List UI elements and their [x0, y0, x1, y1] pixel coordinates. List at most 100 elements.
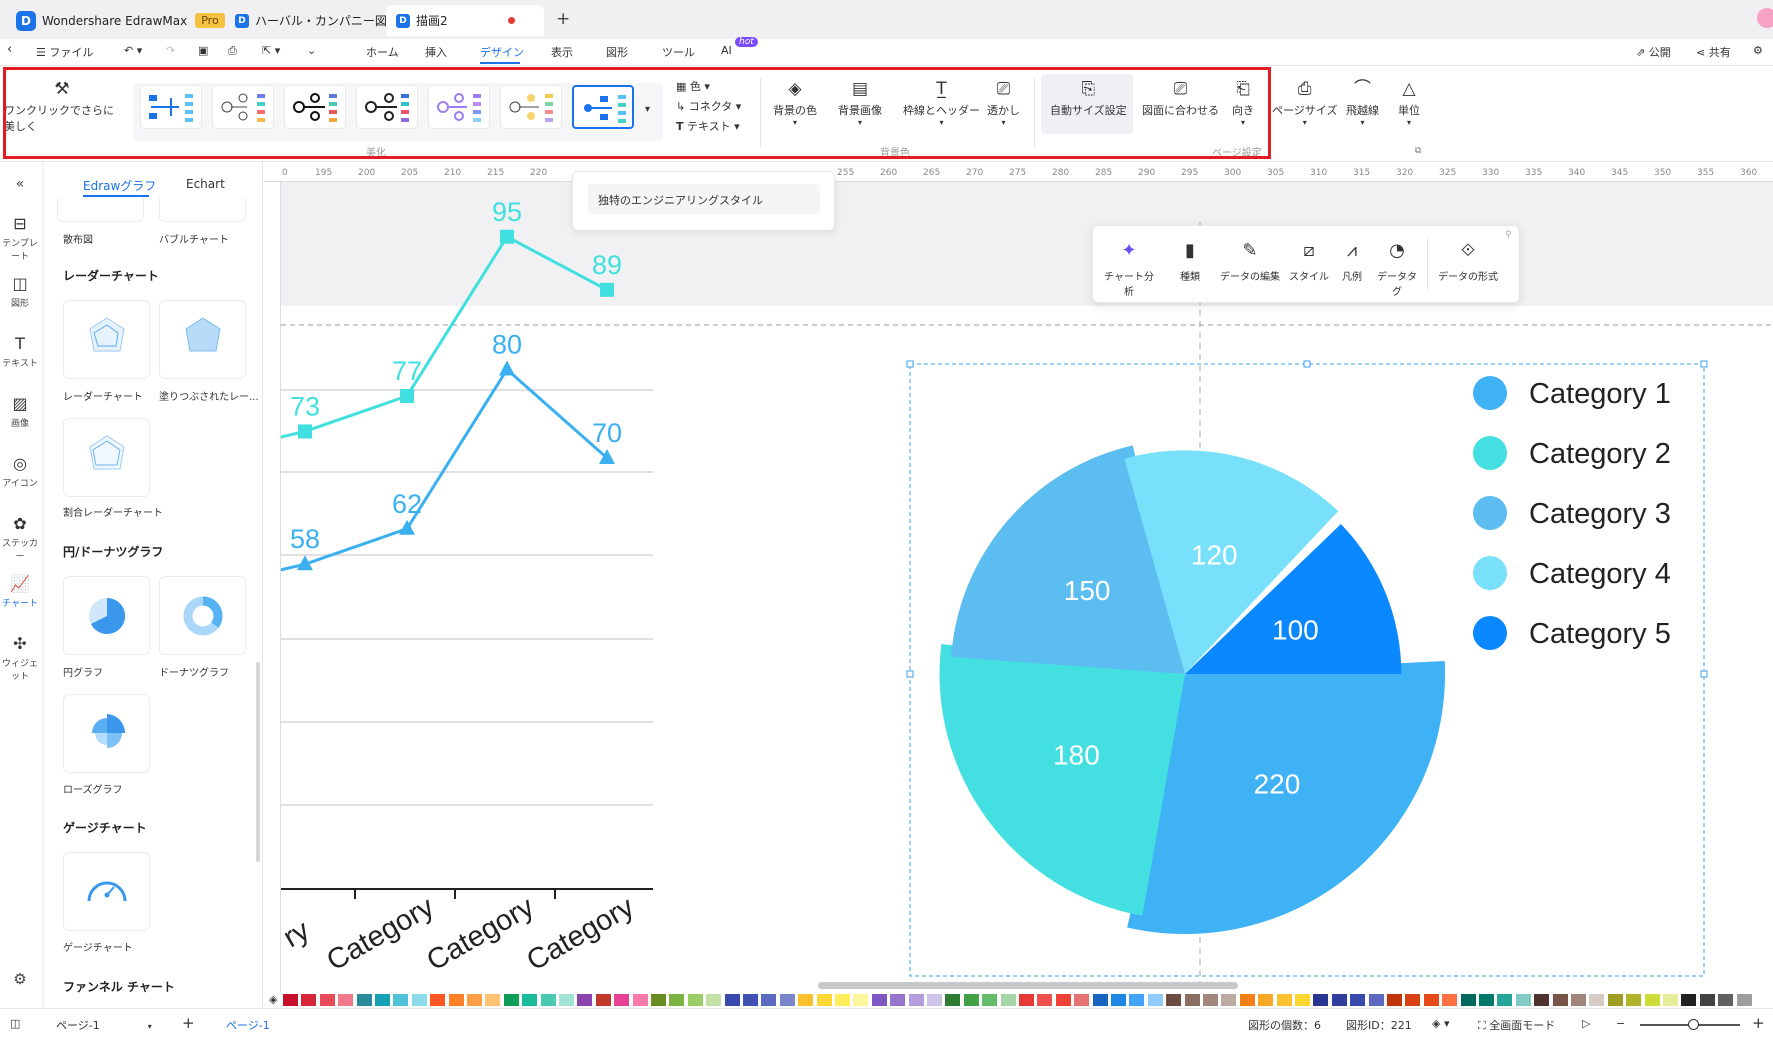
tab-edraw-graph[interactable]: Edrawグラフ: [83, 177, 156, 194]
color-swatch[interactable]: [871, 994, 887, 1006]
settings-gear-icon[interactable]: ⚙: [1753, 44, 1763, 57]
edit-data-button[interactable]: ✎ データの編集: [1219, 238, 1281, 283]
selection-handle[interactable]: [1303, 360, 1311, 368]
color-swatch[interactable]: [1019, 994, 1034, 1006]
rose-chart-card[interactable]: [63, 694, 150, 773]
data-format-button[interactable]: ⟐ データの形式: [1433, 238, 1503, 283]
color-swatch[interactable]: [614, 994, 630, 1006]
page-size-button[interactable]: ⎙ ページサイズ ▾: [1272, 78, 1337, 127]
color-swatch[interactable]: [1534, 994, 1550, 1006]
add-page-plus-icon[interactable]: +: [182, 1014, 195, 1032]
menu-ai[interactable]: AI: [721, 44, 732, 57]
redo-icon[interactable]: ↷: [166, 44, 175, 57]
color-swatch[interactable]: [1589, 994, 1605, 1006]
color-swatch[interactable]: [1203, 994, 1218, 1006]
bubble-chart-card[interactable]: [159, 198, 246, 222]
menu-insert[interactable]: 挿入: [425, 44, 447, 60]
color-swatch[interactable]: [1055, 994, 1071, 1006]
color-swatch[interactable]: [1295, 994, 1310, 1006]
layers-icon[interactable]: ◈ ▾: [1432, 1017, 1449, 1030]
sidebar-icons[interactable]: ◎ アイコン: [0, 454, 40, 489]
color-swatch[interactable]: [559, 994, 574, 1006]
color-swatch[interactable]: [1387, 994, 1402, 1006]
color-swatch[interactable]: [283, 994, 298, 1006]
color-swatch[interactable]: [1166, 994, 1182, 1006]
page-panel-toggle-icon[interactable]: ◫: [10, 1017, 20, 1030]
sidebar-shapes[interactable]: ◫ 図形: [0, 274, 40, 309]
tab-echart[interactable]: Echart: [186, 177, 225, 191]
color-swatch[interactable]: [1405, 994, 1421, 1006]
color-swatch[interactable]: [1111, 994, 1126, 1006]
color-swatch[interactable]: [1368, 994, 1384, 1006]
page-tab[interactable]: ページ-1: [226, 1017, 270, 1033]
color-swatch[interactable]: [982, 994, 998, 1006]
color-swatch[interactable]: [1129, 994, 1145, 1006]
page-selector[interactable]: ページ-1 ▾: [56, 1017, 152, 1033]
color-swatch[interactable]: [761, 994, 777, 1006]
sidebar-templates[interactable]: ⊟ テンプレート: [0, 214, 40, 262]
radar-chart-card[interactable]: [63, 300, 150, 379]
publish-button[interactable]: ⇗ 公開: [1636, 44, 1671, 60]
color-swatch[interactable]: [1037, 994, 1053, 1006]
color-swatch[interactable]: [1515, 994, 1531, 1006]
page-setup-launcher-icon[interactable]: ⧉: [1415, 146, 1421, 156]
color-swatch[interactable]: [724, 994, 740, 1006]
jump-line-button[interactable]: ⌒ 飛越線 ▾: [1346, 78, 1379, 127]
zoom-slider-handle[interactable]: [1688, 1019, 1699, 1030]
panel-scrollbar[interactable]: [256, 662, 260, 862]
sidebar-text[interactable]: T テキスト: [0, 334, 40, 369]
chart-analysis-button[interactable]: ✦ チャート分析: [1101, 238, 1157, 298]
sidebar-stickers[interactable]: ✿ ステッカー: [0, 514, 40, 562]
color-swatch[interactable]: [1276, 994, 1292, 1006]
color-swatch[interactable]: [1074, 994, 1090, 1006]
color-swatch[interactable]: [595, 994, 611, 1006]
app-tab[interactable]: D Wondershare EdrawMax Pro: [6, 5, 235, 36]
print-icon[interactable]: ⎙: [228, 44, 237, 58]
color-swatch[interactable]: [522, 994, 538, 1006]
file-menu[interactable]: ☰ ファイル: [36, 44, 93, 60]
fullscreen-button[interactable]: ⛶ 全画面モード: [1478, 1017, 1555, 1033]
color-swatch[interactable]: [963, 994, 979, 1006]
color-swatch[interactable]: [1442, 994, 1458, 1006]
color-swatch[interactable]: [1571, 994, 1586, 1006]
color-swatch[interactable]: [503, 994, 519, 1006]
color-swatch[interactable]: [1258, 994, 1274, 1006]
color-swatch[interactable]: [1718, 994, 1734, 1006]
color-swatch[interactable]: [1626, 994, 1642, 1006]
color-swatch[interactable]: [853, 994, 869, 1006]
selection-handle[interactable]: [906, 670, 914, 678]
new-tab-plus-icon[interactable]: +: [556, 9, 570, 29]
legend-button[interactable]: ⩘ 凡例: [1335, 238, 1369, 283]
line-chart[interactable]: 7377958958628070ry CategoryCategoryCatego…: [281, 197, 653, 978]
color-swatch[interactable]: [908, 994, 924, 1006]
menu-design[interactable]: デザイン: [480, 44, 524, 60]
color-swatch[interactable]: [393, 994, 409, 1006]
color-swatch[interactable]: [669, 994, 685, 1006]
document-tab-drawing2[interactable]: D 描画2: [386, 5, 544, 36]
color-swatch[interactable]: [1607, 994, 1623, 1006]
color-swatch[interactable]: [835, 994, 850, 1006]
color-swatch[interactable]: [356, 994, 372, 1006]
color-swatch[interactable]: [890, 994, 906, 1006]
percent-radar-card[interactable]: [63, 418, 150, 497]
sidebar-images[interactable]: ▨ 画像: [0, 394, 40, 429]
color-swatch[interactable]: [448, 994, 464, 1006]
color-swatch[interactable]: [1147, 994, 1163, 1006]
share-button[interactable]: ⋖ 共有: [1696, 44, 1731, 60]
color-swatch[interactable]: [577, 994, 593, 1006]
drawing-canvas[interactable]: 73 77 95 89 58 62 80 70 ry Category Category Catego…: [281, 182, 1773, 992]
zoom-in-icon[interactable]: +: [1752, 1014, 1765, 1032]
user-avatar[interactable]: [1757, 8, 1773, 28]
filled-radar-card[interactable]: [159, 300, 246, 379]
color-swatch[interactable]: [1350, 994, 1366, 1006]
collapse-panel-icon[interactable]: «: [0, 176, 40, 192]
color-swatch[interactable]: [1000, 994, 1016, 1006]
color-swatch[interactable]: [1092, 994, 1108, 1006]
pin-icon[interactable]: ⚲: [1505, 230, 1512, 240]
color-swatch[interactable]: [1479, 994, 1494, 1006]
style-button[interactable]: ⧄ スタイル: [1289, 238, 1329, 283]
color-swatch[interactable]: [1239, 994, 1255, 1006]
color-swatch[interactable]: [375, 994, 390, 1006]
menu-view[interactable]: 表示: [551, 44, 573, 60]
color-swatch[interactable]: [467, 994, 482, 1006]
